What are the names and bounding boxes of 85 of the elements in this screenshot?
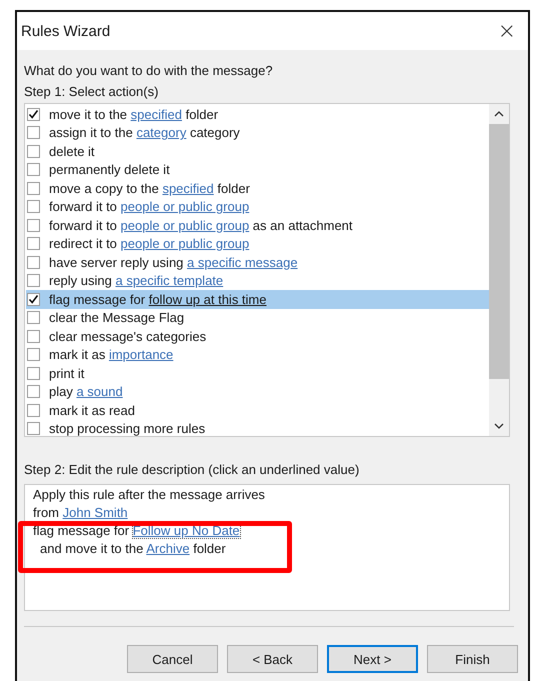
- action-text: redirect it to people or public group: [49, 236, 250, 252]
- description-line: from John Smith: [33, 504, 129, 522]
- action-text: move it to the specified folder: [49, 106, 218, 122]
- dialog-button[interactable]: Next >: [327, 645, 418, 673]
- action-row[interactable]: mark it as importance: [26, 346, 489, 364]
- description-line: Apply this rule after the message arrives: [33, 486, 266, 504]
- checkbox[interactable]: [27, 256, 40, 269]
- checkbox[interactable]: [27, 366, 40, 380]
- action-text: mark it as read: [49, 402, 135, 418]
- action-text: permanently delete it: [49, 162, 170, 178]
- action-text: stop processing more rules: [49, 421, 206, 436]
- checkbox[interactable]: [27, 330, 40, 343]
- action-text: mark it as importance: [49, 347, 174, 362]
- checkbox[interactable]: [27, 311, 40, 324]
- action-row[interactable]: flag message for follow up at this time: [26, 290, 489, 308]
- close-button[interactable]: ×: [494, 18, 520, 44]
- checkbox[interactable]: [27, 404, 40, 417]
- action-row[interactable]: reply using a specific template: [26, 272, 489, 290]
- dialog-button[interactable]: Finish: [427, 645, 518, 673]
- checkbox[interactable]: [27, 422, 40, 436]
- checkbox[interactable]: [27, 126, 40, 140]
- checkbox[interactable]: [27, 163, 40, 176]
- checkbox[interactable]: [27, 292, 40, 306]
- action-row[interactable]: clear message's categories: [26, 327, 489, 346]
- value-link[interactable]: Archive: [146, 541, 190, 556]
- scroll-down-icon[interactable]: [494, 423, 504, 429]
- action-row[interactable]: move it to the specified folder: [26, 105, 489, 124]
- action-text: play a sound: [49, 384, 123, 400]
- description-line: and move it to the Archive folder: [39, 540, 227, 558]
- dialog-button[interactable]: < Back: [227, 645, 318, 673]
- checkbox[interactable]: [27, 218, 40, 232]
- action-link[interactable]: specified: [162, 180, 214, 196]
- window-title: Rules Wizard: [21, 22, 110, 40]
- action-row[interactable]: stop processing more rules: [26, 420, 489, 438]
- action-text: delete it: [49, 144, 95, 159]
- question-label: What do you want to do with the message?: [24, 62, 274, 80]
- action-row[interactable]: redirect it to people or public group: [26, 234, 489, 253]
- action-text: assign it to the category category: [49, 125, 240, 140]
- action-link[interactable]: importance: [108, 347, 174, 362]
- action-row[interactable]: permanently delete it: [26, 160, 489, 179]
- action-text: reply using a specific template: [49, 273, 224, 288]
- value-link[interactable]: Follow up No Date: [132, 523, 240, 538]
- checkbox[interactable]: [27, 348, 40, 362]
- action-row[interactable]: print it: [26, 364, 489, 382]
- step-label: Step 1: Select action(s): [24, 83, 160, 101]
- action-row[interactable]: delete it: [26, 142, 489, 160]
- dialog-button[interactable]: Cancel: [127, 645, 218, 673]
- action-link[interactable]: people or public group: [120, 199, 250, 214]
- action-link[interactable]: a sound: [76, 384, 123, 400]
- checkbox[interactable]: [27, 144, 40, 158]
- action-row[interactable]: assign it to the category category: [26, 124, 489, 142]
- action-link[interactable]: people or public group: [120, 236, 250, 252]
- action-link[interactable]: specified: [130, 106, 182, 122]
- action-text: clear the Message Flag: [49, 310, 184, 326]
- action-text: have server reply using a specific message: [49, 254, 298, 270]
- action-text: forward it to people or public group as an attachment: [49, 218, 353, 233]
- action-link[interactable]: category: [136, 125, 186, 140]
- checkbox[interactable]: [27, 237, 40, 250]
- checkbox[interactable]: [27, 385, 40, 398]
- checkbox[interactable]: [27, 200, 40, 214]
- action-row[interactable]: have server reply using a specific message: [26, 253, 489, 272]
- action-text: move a copy to the specified folder: [49, 180, 250, 196]
- action-text: print it: [49, 366, 84, 381]
- action-text: forward it to people or public group: [49, 199, 250, 214]
- description-line: flag message for Follow up No Date: [33, 522, 241, 540]
- action-row[interactable]: play a sound: [26, 382, 489, 401]
- action-link[interactable]: follow up at this time: [148, 292, 266, 307]
- action-link[interactable]: a specific message: [187, 254, 298, 270]
- action-link[interactable]: a specific template: [115, 273, 224, 288]
- action-text: clear message's categories: [49, 328, 206, 344]
- value-link[interactable]: John Smith: [62, 505, 128, 520]
- checkbox[interactable]: [27, 108, 40, 121]
- action-text: flag message for follow up at this time: [49, 292, 266, 307]
- action-row[interactable]: forward it to people or public group: [26, 198, 489, 216]
- action-row[interactable]: clear the Message Flag: [26, 308, 489, 327]
- scroll-up-icon[interactable]: [494, 111, 504, 117]
- step-label: Step 2: Edit the rule description (click an underlined value): [24, 461, 360, 479]
- checkbox[interactable]: [27, 182, 40, 195]
- action-row[interactable]: mark it as read: [26, 401, 489, 420]
- action-row[interactable]: move a copy to the specified folder: [26, 179, 489, 198]
- scrollbar[interactable]: [489, 104, 509, 436]
- action-link[interactable]: people or public group: [120, 218, 250, 233]
- scroll-thumb[interactable]: [489, 124, 509, 379]
- action-row[interactable]: forward it to people or public group as an attachment: [26, 216, 489, 234]
- checkbox[interactable]: [27, 274, 40, 288]
